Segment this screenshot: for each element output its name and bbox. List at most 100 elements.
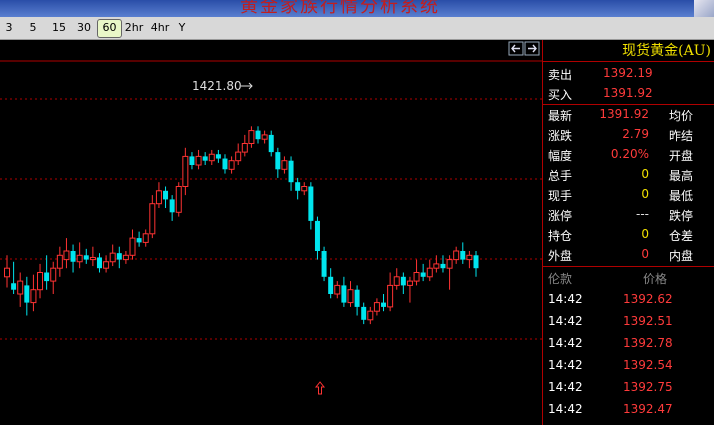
quote-row: 现手 0 最低	[543, 185, 714, 205]
candle-body	[89, 256, 96, 261]
buy-row: 买入 1391.92	[543, 84, 714, 104]
candle-body	[334, 284, 341, 295]
tick-time: 14:42	[548, 292, 583, 306]
tick-price: 1392.78	[623, 336, 673, 350]
quote-label: 现手	[548, 189, 573, 203]
candle-body	[155, 190, 162, 205]
tick-time-header: 伦款	[548, 272, 573, 286]
quote-label: 幅度	[548, 149, 573, 163]
candle-body	[182, 155, 189, 188]
candle-body	[473, 255, 479, 269]
candle-body	[222, 158, 228, 170]
quote-row: 幅度 0.20% 开盘	[543, 145, 714, 165]
quote-panel: 现货黄金(AU) 卖出 1392.19 买入 1391.92 最新 1391.92…	[542, 40, 714, 425]
candle-body	[367, 310, 374, 321]
period-button-30[interactable]: 30	[74, 19, 94, 36]
tick-time: 14:42	[548, 358, 583, 372]
candle-body	[63, 250, 70, 261]
candle-body	[413, 272, 420, 282]
arrow-right-icon[interactable]	[524, 41, 540, 56]
quote-label: 持仓	[548, 229, 573, 243]
up-arrow-marker-icon	[314, 381, 326, 395]
period-button-5[interactable]: 5	[26, 19, 40, 36]
quote-row: 总手 0 最高	[543, 165, 714, 185]
candle-body	[4, 267, 10, 278]
sell-row: 卖出 1392.19	[543, 64, 714, 84]
quote-value: 0	[641, 247, 649, 261]
period-button-3[interactable]: 3	[2, 19, 16, 36]
quote-label: 涨跌	[548, 129, 573, 143]
quote-row: 外盘 0 内盘	[543, 245, 714, 265]
tick-price: 1392.51	[623, 314, 673, 328]
period-button-y[interactable]: Y	[176, 19, 188, 36]
quote-value: 1391.92	[599, 107, 649, 121]
candle-body	[30, 289, 37, 304]
candle-body	[189, 156, 195, 165]
candle-body	[295, 182, 301, 191]
candle-body	[202, 156, 208, 161]
candle-body	[122, 254, 129, 261]
window-corner-icon[interactable]	[694, 0, 714, 17]
candle-body	[426, 267, 433, 278]
candle-body	[361, 306, 367, 320]
candle-body	[446, 259, 453, 269]
period-button-60[interactable]: 60	[97, 19, 122, 38]
candle-body	[275, 152, 281, 170]
tick-row: 14:42 1392.51	[543, 311, 714, 332]
tick-price: 1392.54	[623, 358, 673, 372]
candle-body	[420, 272, 426, 277]
candle-body	[393, 276, 400, 286]
tick-row: 14:42 1392.75	[543, 377, 714, 398]
sell-label: 卖出	[548, 68, 573, 82]
tick-header: 伦款 价格	[543, 267, 714, 288]
tick-price: 1392.47	[623, 402, 673, 416]
tick-price: 1392.62	[623, 292, 673, 306]
sell-price: 1392.19	[603, 66, 653, 80]
candle-body	[373, 302, 380, 312]
period-button-4hr[interactable]: 4hr	[149, 19, 171, 36]
candle-body	[387, 284, 394, 308]
candle-body	[241, 143, 248, 153]
candle-body	[149, 203, 156, 235]
candle-body	[281, 160, 288, 170]
quote-label-right: 跌停	[669, 209, 694, 223]
candle-body	[440, 263, 446, 269]
candle-body	[17, 280, 24, 295]
candle-body	[56, 254, 63, 269]
candle-group	[4, 126, 479, 325]
candle-body	[341, 285, 347, 303]
quote-label: 外盘	[548, 249, 573, 263]
quote-value: 0	[641, 227, 649, 241]
max-price-arrow-icon	[241, 82, 253, 90]
quote-row: 最新 1391.92 均价	[543, 105, 714, 125]
candle-body	[460, 251, 466, 260]
tick-row: 14:42 1392.62	[543, 289, 714, 310]
candle-body	[255, 130, 261, 140]
quote-value: ---	[636, 207, 649, 221]
tick-time: 14:42	[548, 314, 583, 328]
candle-body	[44, 272, 50, 282]
quote-value: 2.79	[622, 127, 649, 141]
quote-label-right: 内盘	[669, 249, 694, 263]
quote-label-right: 均价	[669, 109, 694, 123]
candle-body	[24, 285, 30, 303]
quote-label: 涨停	[548, 209, 573, 223]
quote-row: 涨跌 2.79 昨结	[543, 125, 714, 145]
quote-label-right: 昨结	[669, 129, 694, 143]
candlestick-chart[interactable]: 1421.80	[0, 40, 542, 425]
arrow-left-icon[interactable]	[508, 41, 524, 56]
period-button-2hr[interactable]: 2hr	[124, 19, 144, 36]
tick-price: 1392.75	[623, 380, 673, 394]
candle-body	[347, 289, 354, 304]
app-title: 黄金家族行情分析系统	[240, 0, 440, 17]
candle-body	[11, 283, 17, 290]
candle-body	[103, 261, 110, 269]
candle-body	[453, 250, 460, 261]
tick-time: 14:42	[548, 402, 583, 416]
candle-body	[163, 190, 169, 200]
candle-body	[248, 130, 255, 144]
quote-label-right: 开盘	[669, 149, 694, 163]
candle-body	[381, 302, 387, 307]
period-button-15[interactable]: 15	[49, 19, 69, 36]
candle-body	[136, 238, 142, 243]
